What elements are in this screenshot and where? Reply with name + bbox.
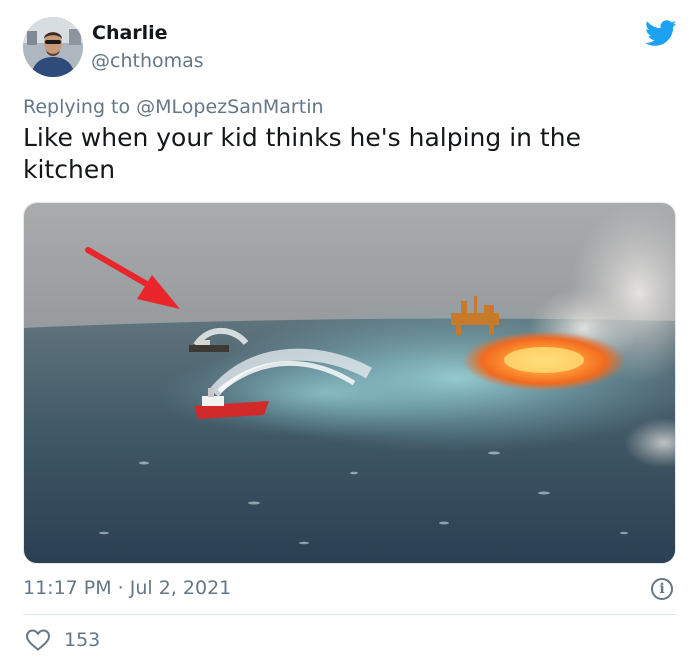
replying-prefix: Replying to (23, 96, 137, 118)
avatar[interactable] (23, 17, 83, 77)
twitter-bird-icon[interactable] (645, 20, 677, 47)
replying-to: Replying to @MLopezSanMartin (23, 96, 324, 118)
user-handle[interactable]: @chthomas (91, 50, 204, 72)
heart-icon[interactable] (25, 628, 51, 652)
tweet-timestamp[interactable]: 11:17 PM · Jul 2, 2021 (23, 577, 231, 599)
tweet-text: Like when your kid thinks he's halping i… (23, 123, 581, 184)
info-icon[interactable]: i (651, 578, 673, 600)
tweet-card: Charlie @chthomas Replying to @MLopezSan… (0, 0, 700, 668)
tweet-media-image[interactable] (23, 202, 676, 564)
user-display-name[interactable]: Charlie (92, 22, 168, 44)
reply-mention-link[interactable]: @MLopezSanMartin (136, 96, 323, 118)
divider (23, 614, 676, 615)
like-count: 153 (64, 629, 101, 651)
